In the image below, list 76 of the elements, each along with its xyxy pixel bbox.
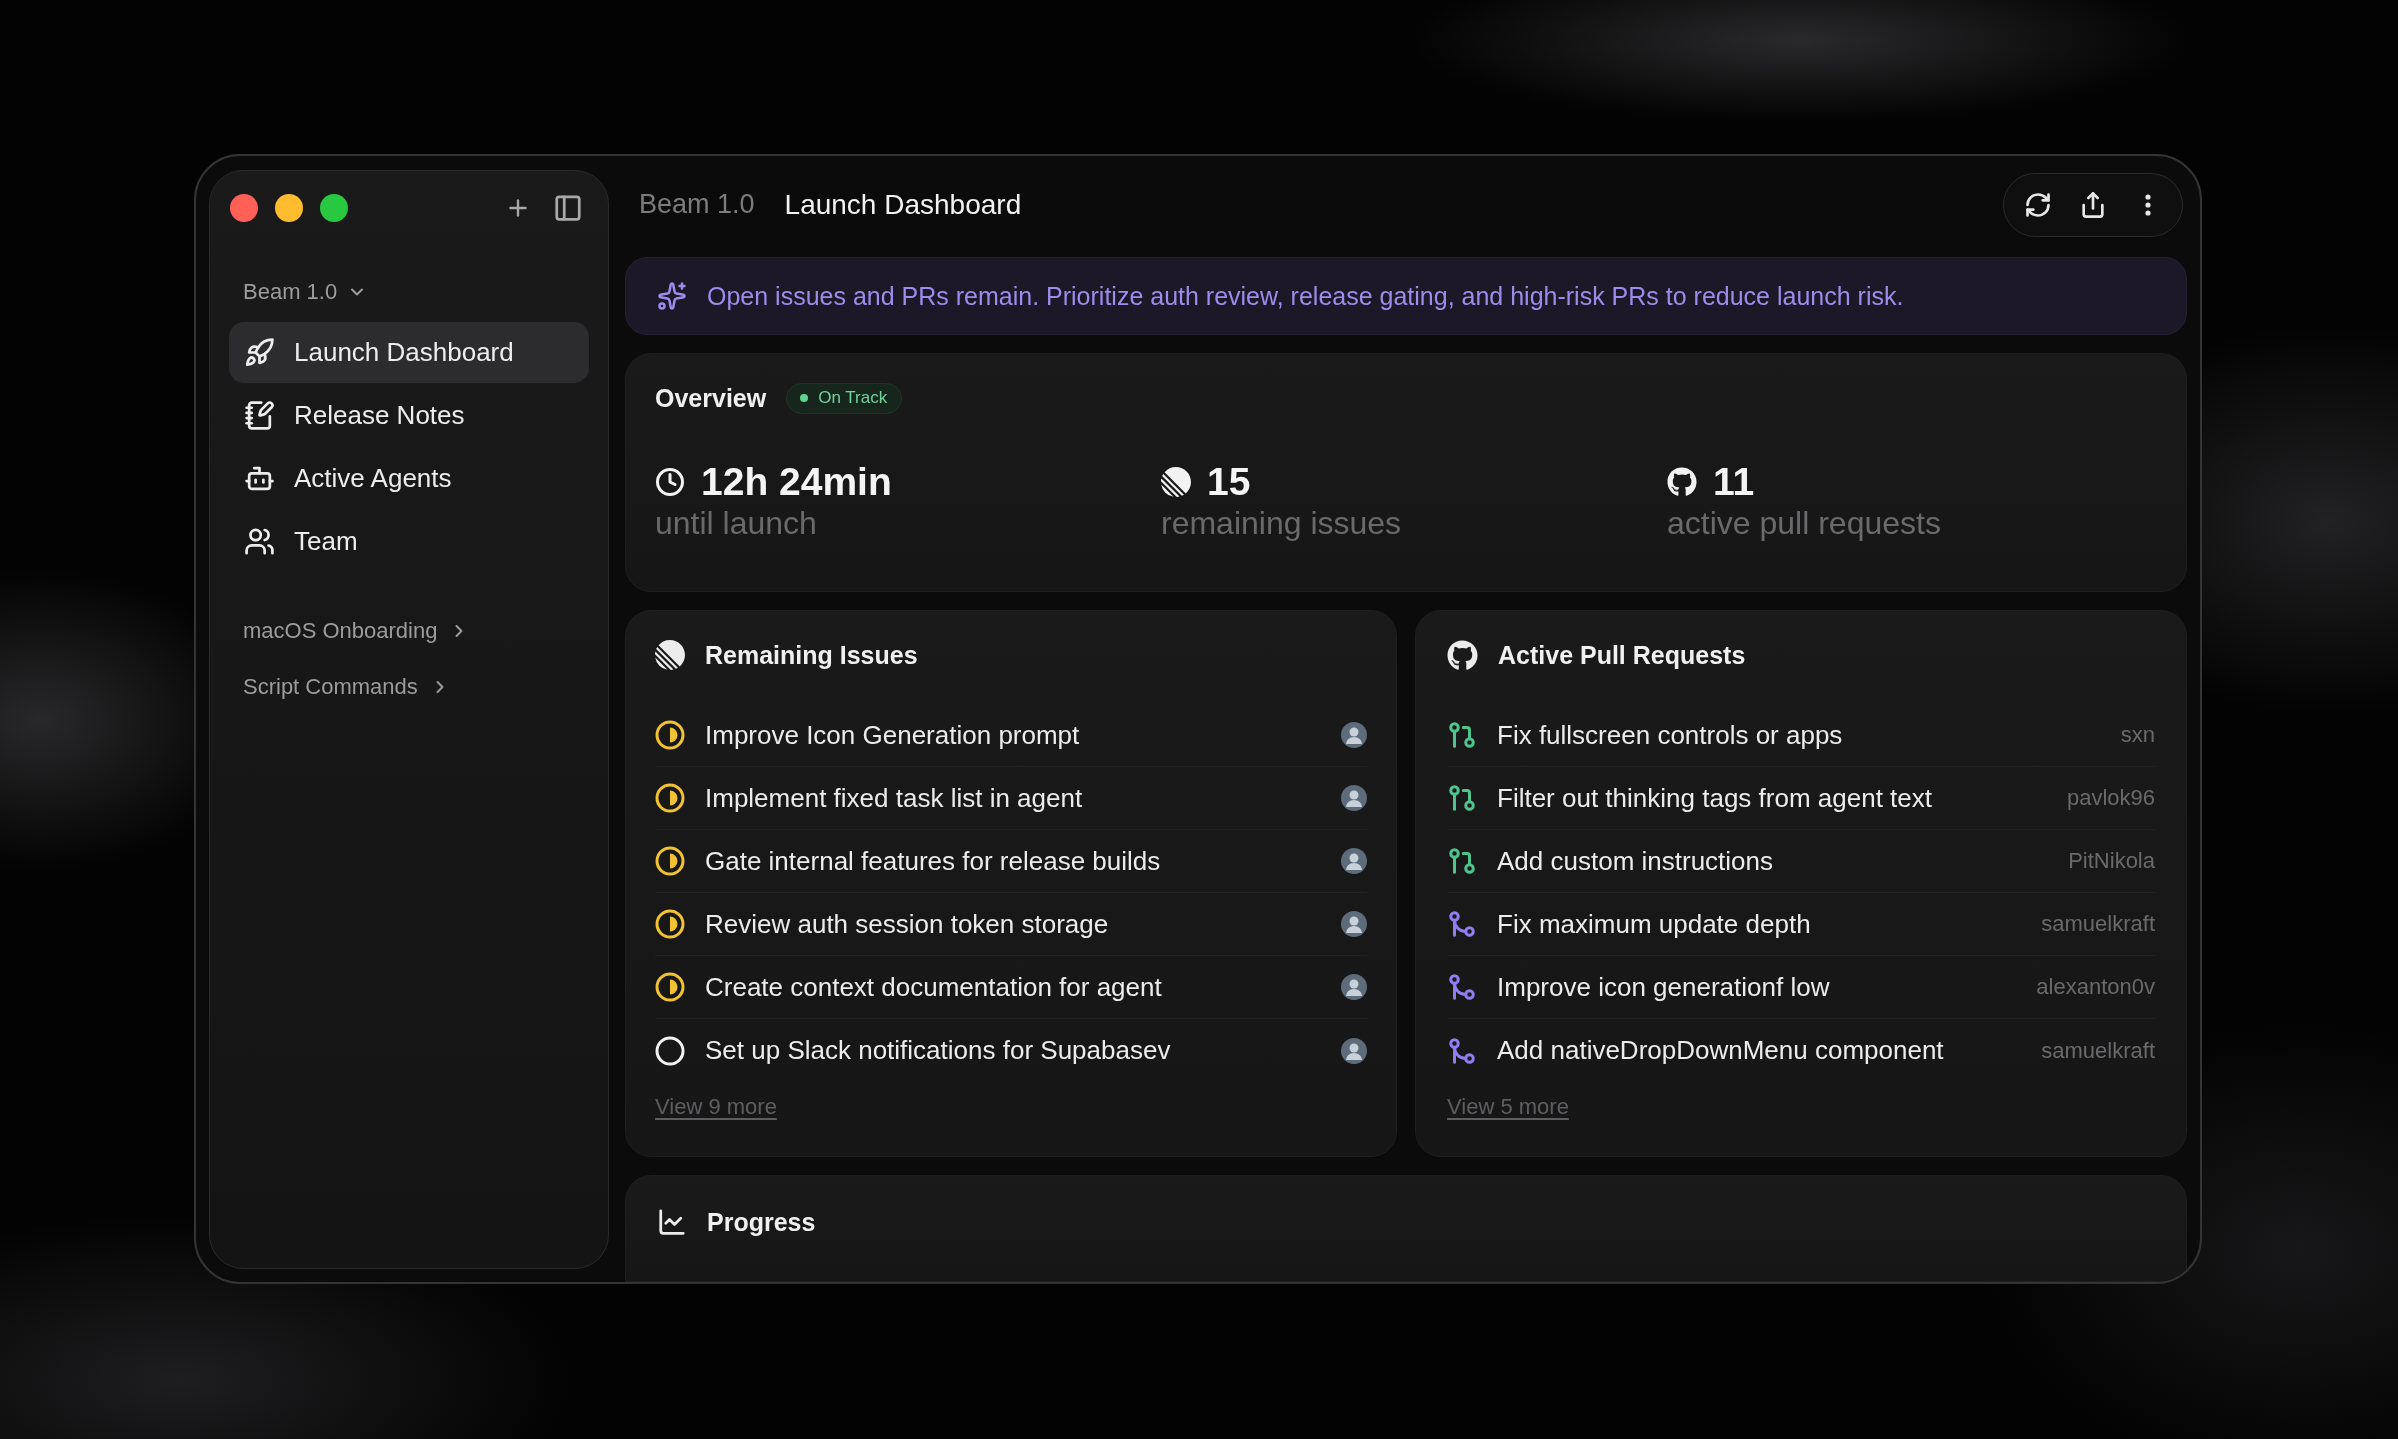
merge-icon [1447,1035,1477,1066]
sparkles-icon [657,281,687,311]
line-chart-icon [657,1207,687,1237]
in-progress-status-icon [655,909,685,939]
card-title: Remaining Issues [705,640,918,670]
share-button[interactable] [2079,190,2107,219]
stat-value: 15 [1207,460,1251,504]
stat-label: active pull requests [1667,504,1941,542]
card-title: Progress [707,1207,816,1237]
in-progress-status-icon [655,972,685,1002]
status-dot-icon [800,394,809,402]
issue-title[interactable]: Implement fixed task list in agent [705,782,1083,814]
pull-request-icon [1447,783,1477,813]
status-text: On Track [818,388,888,408]
merge-icon [1447,909,1477,939]
issue-title[interactable]: Create context documentation for agent [705,971,1162,1003]
nav-item[interactable]: Team [229,511,589,572]
sidebar-icon [553,193,583,223]
user-avatar-icon [1341,911,1367,937]
users-icon [244,526,275,557]
sidebar-toggle-button[interactable] [553,193,583,223]
refresh-button[interactable] [2024,190,2052,219]
author-name: sxn [2120,722,2155,748]
issue-title[interactable]: Review auth session token storage [705,908,1109,940]
close-window-button[interactable] [230,194,258,222]
banner-text: Open issues and PRs remain. Prioritize auth review, release gating, and high-risk PRs to reduce launch risk. [707,281,1904,311]
pull-request-title[interactable]: Improve icon generationf low [1497,971,1830,1003]
card-title: Overview [655,383,767,413]
in-progress-status-icon [655,846,685,876]
issue-title[interactable]: Gate internal features for release builds [705,845,1161,877]
stat-value: 12h 24min [701,460,892,504]
author-name: alexanton0v [2036,974,2155,1000]
user-avatar-icon [1341,785,1367,811]
notebook-pen-icon [244,400,275,431]
breadcrumb-link[interactable]: Beam 1.0 [639,189,755,220]
pull-request-title[interactable]: Filter out thinking tags from agent text [1497,782,1932,814]
user-avatar-icon [1341,722,1367,748]
stat-label: until launch [655,504,817,542]
author-name: PitNikola [2068,848,2155,874]
nav-item[interactable]: Active Agents [229,448,589,509]
user-avatar-icon [1341,1037,1367,1064]
nav-item[interactable]: Launch Dashboard [229,322,589,383]
issue-title[interactable]: Improve Icon Generation prompt [705,719,1080,751]
merge-icon [1447,972,1477,1002]
user-avatar-icon [1341,848,1367,874]
section-toggle[interactable]: Script Commands [243,673,450,701]
page-title: Launch Dashboard [784,188,1022,221]
stat-value: 11 [1713,460,1755,504]
project-selector[interactable]: Beam 1.0 [243,278,368,306]
issue-title[interactable]: Set up Slack notifications for Supabasev [705,1035,1171,1066]
cat-logo-icon [1447,639,1478,671]
nav-item[interactable]: Release Notes [229,385,589,446]
pull-request-title[interactable]: Add nativeDropDownMenu component [1497,1035,1944,1066]
in-progress-status-icon [655,783,685,813]
card-title: Active Pull Requests [1498,640,1746,670]
pull-request-title[interactable]: Fix fullscreen controls or apps [1497,719,1843,751]
pull-request-title[interactable]: Add custom instructions [1497,845,1773,877]
section-toggle[interactable]: macOS Onboarding [243,617,470,645]
share-icon [2079,190,2107,219]
pull-request-icon [1447,846,1477,876]
in-progress-status-icon [655,720,685,750]
cat-logo-icon [1667,467,1697,497]
author-name: samuelkraft [2041,1037,2155,1064]
pull-request-title[interactable]: Fix maximum update depth [1497,908,1811,940]
minimize-window-button[interactable] [275,194,303,222]
refresh-icon [2024,190,2052,219]
clock-icon [655,467,685,497]
author-name: samuelkraft [2041,911,2155,937]
user-avatar-icon [1341,974,1367,1000]
todo-status-icon [655,1035,685,1066]
stat-label: remaining issues [1161,504,1402,542]
more-icon [2145,193,2151,216]
author-name: pavlok96 [2066,785,2155,811]
rocket-icon [244,337,275,368]
maximize-window-button[interactable] [320,194,348,222]
pull-request-icon [1447,720,1477,750]
